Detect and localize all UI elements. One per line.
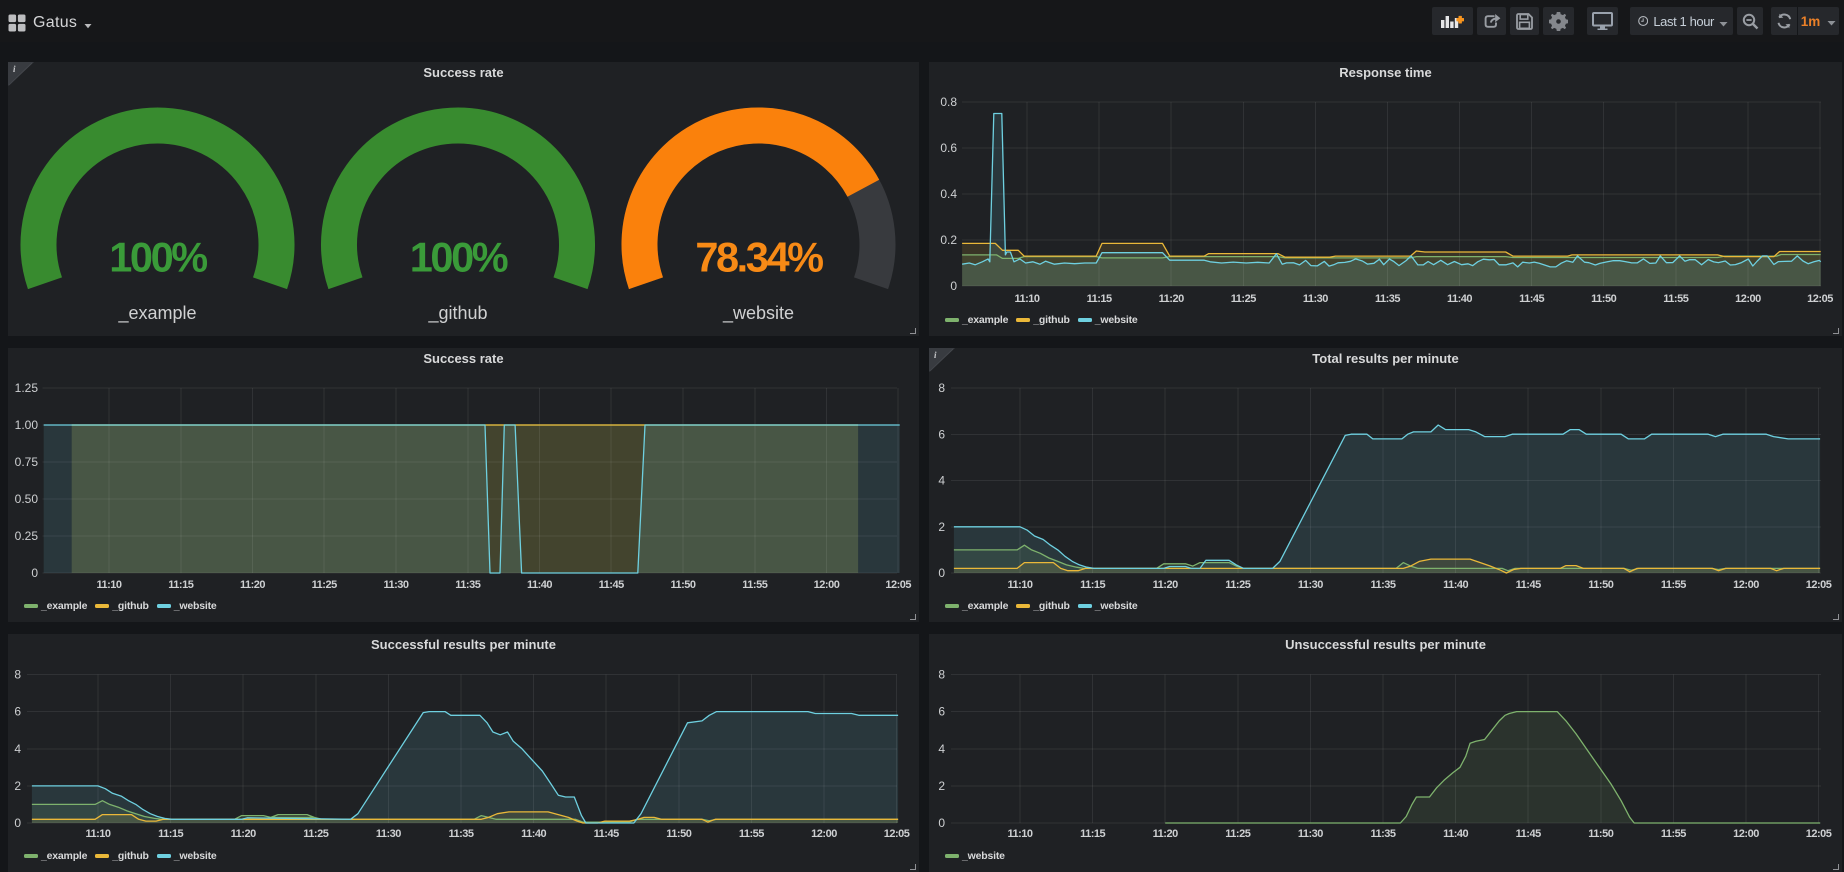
svg-text:11:25: 11:25 bbox=[1225, 579, 1250, 591]
svg-text:12:05: 12:05 bbox=[1806, 828, 1832, 840]
svg-text:4: 4 bbox=[938, 474, 945, 488]
svg-text:11:50: 11:50 bbox=[666, 828, 691, 840]
svg-text:11:35: 11:35 bbox=[1370, 579, 1395, 591]
svg-text:11:25: 11:25 bbox=[1225, 828, 1250, 840]
svg-text:11:55: 11:55 bbox=[1661, 579, 1686, 591]
svg-text:12:05: 12:05 bbox=[1806, 579, 1832, 591]
svg-text:11:55: 11:55 bbox=[1663, 293, 1688, 305]
svg-text:0: 0 bbox=[938, 566, 945, 580]
svg-text:0.2: 0.2 bbox=[940, 233, 957, 247]
svg-text:11:20: 11:20 bbox=[1159, 293, 1184, 305]
svg-text:_example: _example bbox=[117, 303, 196, 324]
svg-text:0: 0 bbox=[938, 816, 945, 830]
svg-text:11:55: 11:55 bbox=[742, 579, 767, 591]
svg-text:11:45: 11:45 bbox=[1519, 293, 1544, 305]
svg-text:12:00: 12:00 bbox=[811, 828, 837, 840]
svg-text:11:30: 11:30 bbox=[1298, 828, 1323, 840]
svg-text:11:20: 11:20 bbox=[240, 579, 265, 591]
svg-text:11:30: 11:30 bbox=[1298, 579, 1323, 591]
svg-text:100%: 100% bbox=[410, 234, 508, 281]
svg-text:11:10: 11:10 bbox=[1014, 293, 1039, 305]
svg-text:11:40: 11:40 bbox=[521, 828, 546, 840]
svg-text:11:45: 11:45 bbox=[1516, 579, 1541, 591]
svg-text:11:20: 11:20 bbox=[231, 828, 256, 840]
svg-text:12:05: 12:05 bbox=[885, 579, 911, 591]
svg-text:0: 0 bbox=[31, 566, 38, 580]
svg-text:0: 0 bbox=[950, 279, 957, 293]
svg-text:11:40: 11:40 bbox=[527, 579, 552, 591]
svg-text:11:15: 11:15 bbox=[168, 579, 193, 591]
svg-text:0: 0 bbox=[14, 816, 21, 830]
svg-text:11:10: 11:10 bbox=[96, 579, 121, 591]
svg-text:1.25: 1.25 bbox=[15, 381, 39, 395]
svg-text:11:25: 11:25 bbox=[1231, 293, 1256, 305]
svg-text:11:55: 11:55 bbox=[1661, 828, 1686, 840]
svg-text:11:15: 11:15 bbox=[1080, 579, 1105, 591]
svg-text:8: 8 bbox=[14, 668, 21, 682]
svg-text:11:45: 11:45 bbox=[1516, 828, 1541, 840]
svg-text:11:15: 11:15 bbox=[158, 828, 183, 840]
svg-text:11:50: 11:50 bbox=[1588, 828, 1613, 840]
svg-text:12:00: 12:00 bbox=[814, 579, 840, 591]
svg-text:6: 6 bbox=[938, 427, 945, 441]
svg-text:11:40: 11:40 bbox=[1447, 293, 1472, 305]
svg-text:11:45: 11:45 bbox=[594, 828, 619, 840]
svg-text:11:30: 11:30 bbox=[1303, 293, 1328, 305]
svg-text:12:05: 12:05 bbox=[884, 828, 910, 840]
svg-text:1.00: 1.00 bbox=[15, 418, 39, 432]
svg-text:11:45: 11:45 bbox=[599, 579, 624, 591]
svg-text:11:15: 11:15 bbox=[1087, 293, 1112, 305]
svg-text:0.8: 0.8 bbox=[940, 95, 957, 109]
svg-text:11:15: 11:15 bbox=[1080, 828, 1105, 840]
svg-text:12:00: 12:00 bbox=[1733, 828, 1759, 840]
svg-text:11:30: 11:30 bbox=[376, 828, 401, 840]
svg-text:0.6: 0.6 bbox=[940, 141, 957, 155]
svg-text:11:35: 11:35 bbox=[448, 828, 473, 840]
svg-text:12:00: 12:00 bbox=[1735, 293, 1761, 305]
svg-text:6: 6 bbox=[14, 705, 21, 719]
svg-text:12:05: 12:05 bbox=[1807, 293, 1833, 305]
svg-text:4: 4 bbox=[938, 742, 945, 756]
svg-text:0.75: 0.75 bbox=[15, 455, 39, 469]
svg-text:11:40: 11:40 bbox=[1443, 579, 1468, 591]
svg-text:11:35: 11:35 bbox=[455, 579, 480, 591]
svg-text:6: 6 bbox=[938, 705, 945, 719]
svg-text:2: 2 bbox=[14, 779, 21, 793]
svg-text:0.4: 0.4 bbox=[940, 187, 957, 201]
svg-text:2: 2 bbox=[938, 779, 945, 793]
svg-text:11:20: 11:20 bbox=[1153, 579, 1178, 591]
svg-text:100%: 100% bbox=[109, 234, 207, 281]
svg-text:4: 4 bbox=[14, 742, 21, 756]
svg-text:11:10: 11:10 bbox=[1007, 828, 1032, 840]
svg-text:8: 8 bbox=[938, 381, 945, 395]
svg-text:0.25: 0.25 bbox=[15, 529, 39, 543]
svg-text:11:40: 11:40 bbox=[1443, 828, 1468, 840]
svg-text:11:30: 11:30 bbox=[383, 579, 408, 591]
svg-text:_website: _website bbox=[722, 303, 794, 324]
svg-text:11:50: 11:50 bbox=[670, 579, 695, 591]
svg-text:11:10: 11:10 bbox=[85, 828, 110, 840]
svg-text:11:35: 11:35 bbox=[1370, 828, 1395, 840]
svg-text:_github: _github bbox=[427, 303, 487, 324]
svg-text:2: 2 bbox=[938, 520, 945, 534]
svg-text:0.50: 0.50 bbox=[15, 492, 39, 506]
svg-text:11:50: 11:50 bbox=[1588, 579, 1613, 591]
svg-text:11:50: 11:50 bbox=[1591, 293, 1616, 305]
svg-text:8: 8 bbox=[938, 668, 945, 682]
svg-text:11:25: 11:25 bbox=[312, 579, 337, 591]
svg-text:11:10: 11:10 bbox=[1007, 579, 1032, 591]
svg-text:78.34%: 78.34% bbox=[695, 234, 823, 281]
svg-text:11:35: 11:35 bbox=[1375, 293, 1400, 305]
svg-text:11:25: 11:25 bbox=[303, 828, 328, 840]
svg-text:11:20: 11:20 bbox=[1153, 828, 1178, 840]
svg-text:11:55: 11:55 bbox=[739, 828, 764, 840]
svg-text:12:00: 12:00 bbox=[1733, 579, 1759, 591]
